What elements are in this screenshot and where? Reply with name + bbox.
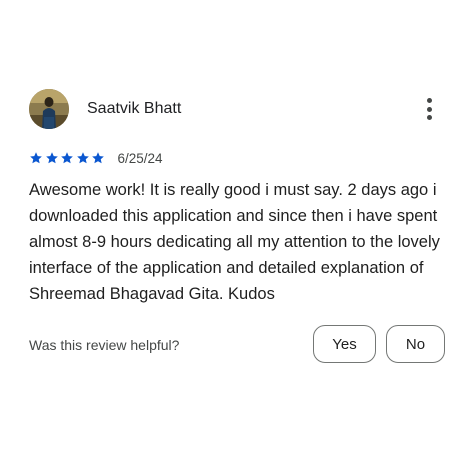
review-text: Awesome work! It is really good i must s… (29, 181, 440, 303)
reviewer-avatar (29, 89, 69, 129)
star-icon (92, 152, 104, 164)
avatar-image (29, 89, 69, 129)
star-icon (45, 152, 58, 164)
rating-row: 6/25/24 (29, 149, 163, 167)
helpful-no-button[interactable]: No (386, 325, 445, 363)
helpful-prompt: Was this review helpful? (29, 337, 180, 353)
no-button-label: No (405, 335, 426, 353)
helpful-yes-button[interactable]: Yes (313, 325, 376, 363)
star-icon (76, 152, 89, 164)
more-options-button[interactable] (418, 96, 442, 122)
review-card: Saatvik Bhatt 6/25/24 Awesome work! It i… (0, 0, 474, 474)
star-icon (30, 152, 42, 164)
yes-button-label: Yes (332, 335, 357, 353)
reviewer-name: Saatvik Bhatt (87, 100, 182, 117)
review-date: 6/25/24 (117, 150, 163, 166)
star-rating (29, 151, 107, 165)
star-icon (61, 152, 73, 164)
